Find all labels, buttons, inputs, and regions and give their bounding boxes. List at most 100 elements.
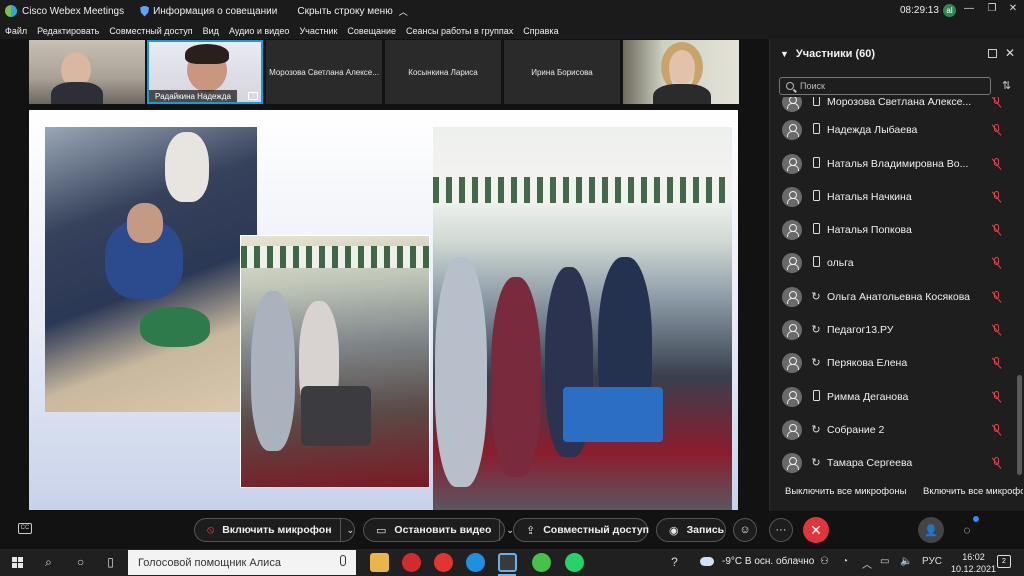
mic-muted-icon[interactable] bbox=[991, 423, 1002, 436]
mic-muted-icon[interactable] bbox=[991, 256, 1002, 269]
restore-button[interactable]: ❐ bbox=[985, 3, 999, 14]
participant-search[interactable] bbox=[779, 77, 991, 95]
clover-icon[interactable] bbox=[532, 553, 551, 572]
mic-muted-icon[interactable] bbox=[991, 323, 1002, 336]
avatar bbox=[782, 219, 802, 240]
menu-edit[interactable]: Редактировать bbox=[37, 26, 99, 36]
file-explorer-icon[interactable] bbox=[370, 553, 389, 572]
chevron-down-icon: ▼ bbox=[780, 49, 789, 59]
search-input[interactable] bbox=[800, 81, 970, 91]
participants-header[interactable]: ▼ Участники (60) bbox=[780, 48, 875, 60]
mic-muted-icon[interactable] bbox=[991, 123, 1002, 136]
mic-muted-icon[interactable] bbox=[991, 223, 1002, 236]
network-icon[interactable]: ◔ bbox=[842, 556, 848, 567]
participants-toggle-icon[interactable]: 👤 bbox=[918, 517, 944, 543]
video-tile[interactable] bbox=[29, 40, 145, 104]
share-button[interactable]: ⇪ Совместный доступ bbox=[513, 518, 649, 542]
opera-icon[interactable] bbox=[402, 553, 421, 572]
mute-all-button[interactable]: Выключить все микрофоны bbox=[785, 486, 906, 497]
battery-icon[interactable]: ▭ bbox=[880, 556, 889, 567]
more-options-button[interactable]: ··· bbox=[769, 518, 793, 542]
chat-notification-dot bbox=[973, 516, 979, 522]
meeting-info-button[interactable]: Информация о совещании bbox=[140, 5, 278, 17]
input-language[interactable]: РУС bbox=[922, 556, 942, 567]
video-tile[interactable]: Ирина Борисова bbox=[504, 40, 620, 104]
menu-file[interactable]: Файл bbox=[5, 26, 27, 36]
shared-screen bbox=[29, 110, 738, 510]
participant-body bbox=[51, 82, 103, 104]
windows-start-icon[interactable] bbox=[12, 557, 23, 568]
video-tile-active-speaker[interactable]: Радайкина Надежда ↑ bbox=[147, 40, 263, 104]
chat-icon[interactable]: ◌ bbox=[956, 519, 978, 541]
menu-meeting[interactable]: Совещание bbox=[347, 26, 396, 36]
taskbar-search[interactable]: Голосовой помощник Алиса bbox=[128, 550, 356, 575]
people-icon[interactable]: ⚇ bbox=[820, 556, 829, 567]
video-tile[interactable]: Морозова Светлана Алексе... bbox=[266, 40, 382, 104]
mic-muted-icon[interactable] bbox=[991, 290, 1002, 303]
menu-help[interactable]: Справка bbox=[523, 26, 558, 36]
chevron-down-icon[interactable]: ⌄ bbox=[339, 519, 354, 541]
captions-icon[interactable]: CC bbox=[18, 523, 32, 534]
menu-share[interactable]: Совместный доступ bbox=[109, 26, 192, 36]
participant-list-scrollbar[interactable] bbox=[1017, 375, 1022, 475]
participant-row[interactable]: ольга bbox=[770, 246, 1015, 279]
meeting-timer: 08:29:13 bbox=[900, 5, 939, 16]
unmute-all-button[interactable]: Включить все микрофоны bbox=[923, 486, 1023, 497]
mic-muted-icon[interactable] bbox=[991, 97, 1002, 108]
mic-muted-icon[interactable] bbox=[991, 390, 1002, 403]
task-view-icon[interactable]: ▯ bbox=[102, 554, 119, 571]
reactions-icon[interactable]: ☺ bbox=[733, 518, 757, 542]
participant-row[interactable]: Наталья Начкина bbox=[770, 180, 1015, 213]
participant-row[interactable]: Ольга Анатольевна Косякова bbox=[770, 280, 1015, 313]
mic-muted-icon[interactable] bbox=[991, 356, 1002, 369]
chevron-down-icon[interactable]: ⌄ bbox=[499, 519, 514, 541]
cortana-icon[interactable]: ○ bbox=[72, 554, 89, 571]
sort-icon[interactable]: ⇅ bbox=[1002, 79, 1011, 92]
taskbar-clock[interactable]: 16:02 10.12.2021 bbox=[951, 551, 996, 575]
user-badge[interactable]: al bbox=[943, 4, 956, 17]
close-panel-icon[interactable]: ✕ bbox=[1005, 46, 1015, 60]
close-window-button[interactable]: ✕ bbox=[1006, 3, 1020, 14]
chevron-up-icon[interactable]: ︿ bbox=[862, 556, 872, 571]
video-tile[interactable]: Косынкина Лариса bbox=[385, 40, 501, 104]
notifications-icon[interactable]: 2 bbox=[997, 555, 1011, 568]
photo-students-equipment bbox=[240, 235, 430, 488]
participant-row[interactable]: Педагог13.РУ bbox=[770, 313, 1015, 346]
meeting-info-label: Информация о совещании bbox=[153, 5, 278, 17]
mic-muted-icon[interactable] bbox=[991, 190, 1002, 203]
menu-audio-video[interactable]: Аудио и видео bbox=[229, 26, 290, 36]
menu-participant[interactable]: Участник bbox=[299, 26, 337, 36]
popout-icon[interactable] bbox=[988, 49, 997, 58]
stop-video-button[interactable]: ▭ Остановить видео ⌄ bbox=[363, 518, 514, 542]
end-meeting-button[interactable]: ✕ bbox=[803, 517, 829, 543]
photo-figure bbox=[491, 277, 541, 477]
participant-row[interactable]: Перякова Елена bbox=[770, 346, 1015, 379]
participant-row[interactable]: Римма Деганова bbox=[770, 380, 1015, 413]
whatsapp-icon[interactable] bbox=[565, 553, 584, 572]
participant-row[interactable]: Наталья Владимировна Во... bbox=[770, 147, 1015, 180]
participant-row[interactable]: Тамара Сергеева bbox=[770, 446, 1015, 479]
unmute-button[interactable]: ⦸ Включить микрофон ⌄ bbox=[194, 518, 355, 542]
webex-taskbar-icon[interactable] bbox=[498, 553, 517, 572]
volume-icon[interactable]: 🔈 bbox=[900, 556, 912, 567]
meeting-controls: CC ⦸ Включить микрофон ⌄ ▭ Остановить ви… bbox=[0, 511, 1024, 549]
hide-menu-bar-button[interactable]: Скрыть строку меню ︿ bbox=[297, 5, 407, 18]
phone-icon bbox=[811, 97, 821, 109]
minimize-button[interactable]: — bbox=[962, 3, 976, 14]
menu-view[interactable]: Вид bbox=[203, 26, 219, 36]
mic-muted-icon[interactable] bbox=[991, 456, 1002, 469]
participant-row[interactable]: Собрание 2 bbox=[770, 413, 1015, 446]
mic-muted-icon: ⦸ bbox=[207, 523, 215, 536]
mic-muted-icon[interactable] bbox=[991, 157, 1002, 170]
weather-widget[interactable]: -9°C В осн. облачно bbox=[722, 556, 814, 567]
video-tile[interactable] bbox=[623, 40, 739, 104]
record-button[interactable]: ◉ Запись bbox=[656, 518, 726, 542]
help-icon[interactable]: ? bbox=[666, 554, 683, 571]
participant-row[interactable]: Наталья Попкова bbox=[770, 213, 1015, 246]
yandex-browser-icon[interactable] bbox=[434, 553, 453, 572]
microphone-icon[interactable] bbox=[340, 555, 346, 566]
search-icon[interactable]: ⌕ bbox=[40, 554, 57, 571]
edge-icon[interactable] bbox=[466, 553, 485, 572]
menu-breakout-sessions[interactable]: Сеансы работы в группах bbox=[406, 26, 513, 36]
participant-row[interactable]: Надежда Лыбаева bbox=[770, 113, 1015, 146]
